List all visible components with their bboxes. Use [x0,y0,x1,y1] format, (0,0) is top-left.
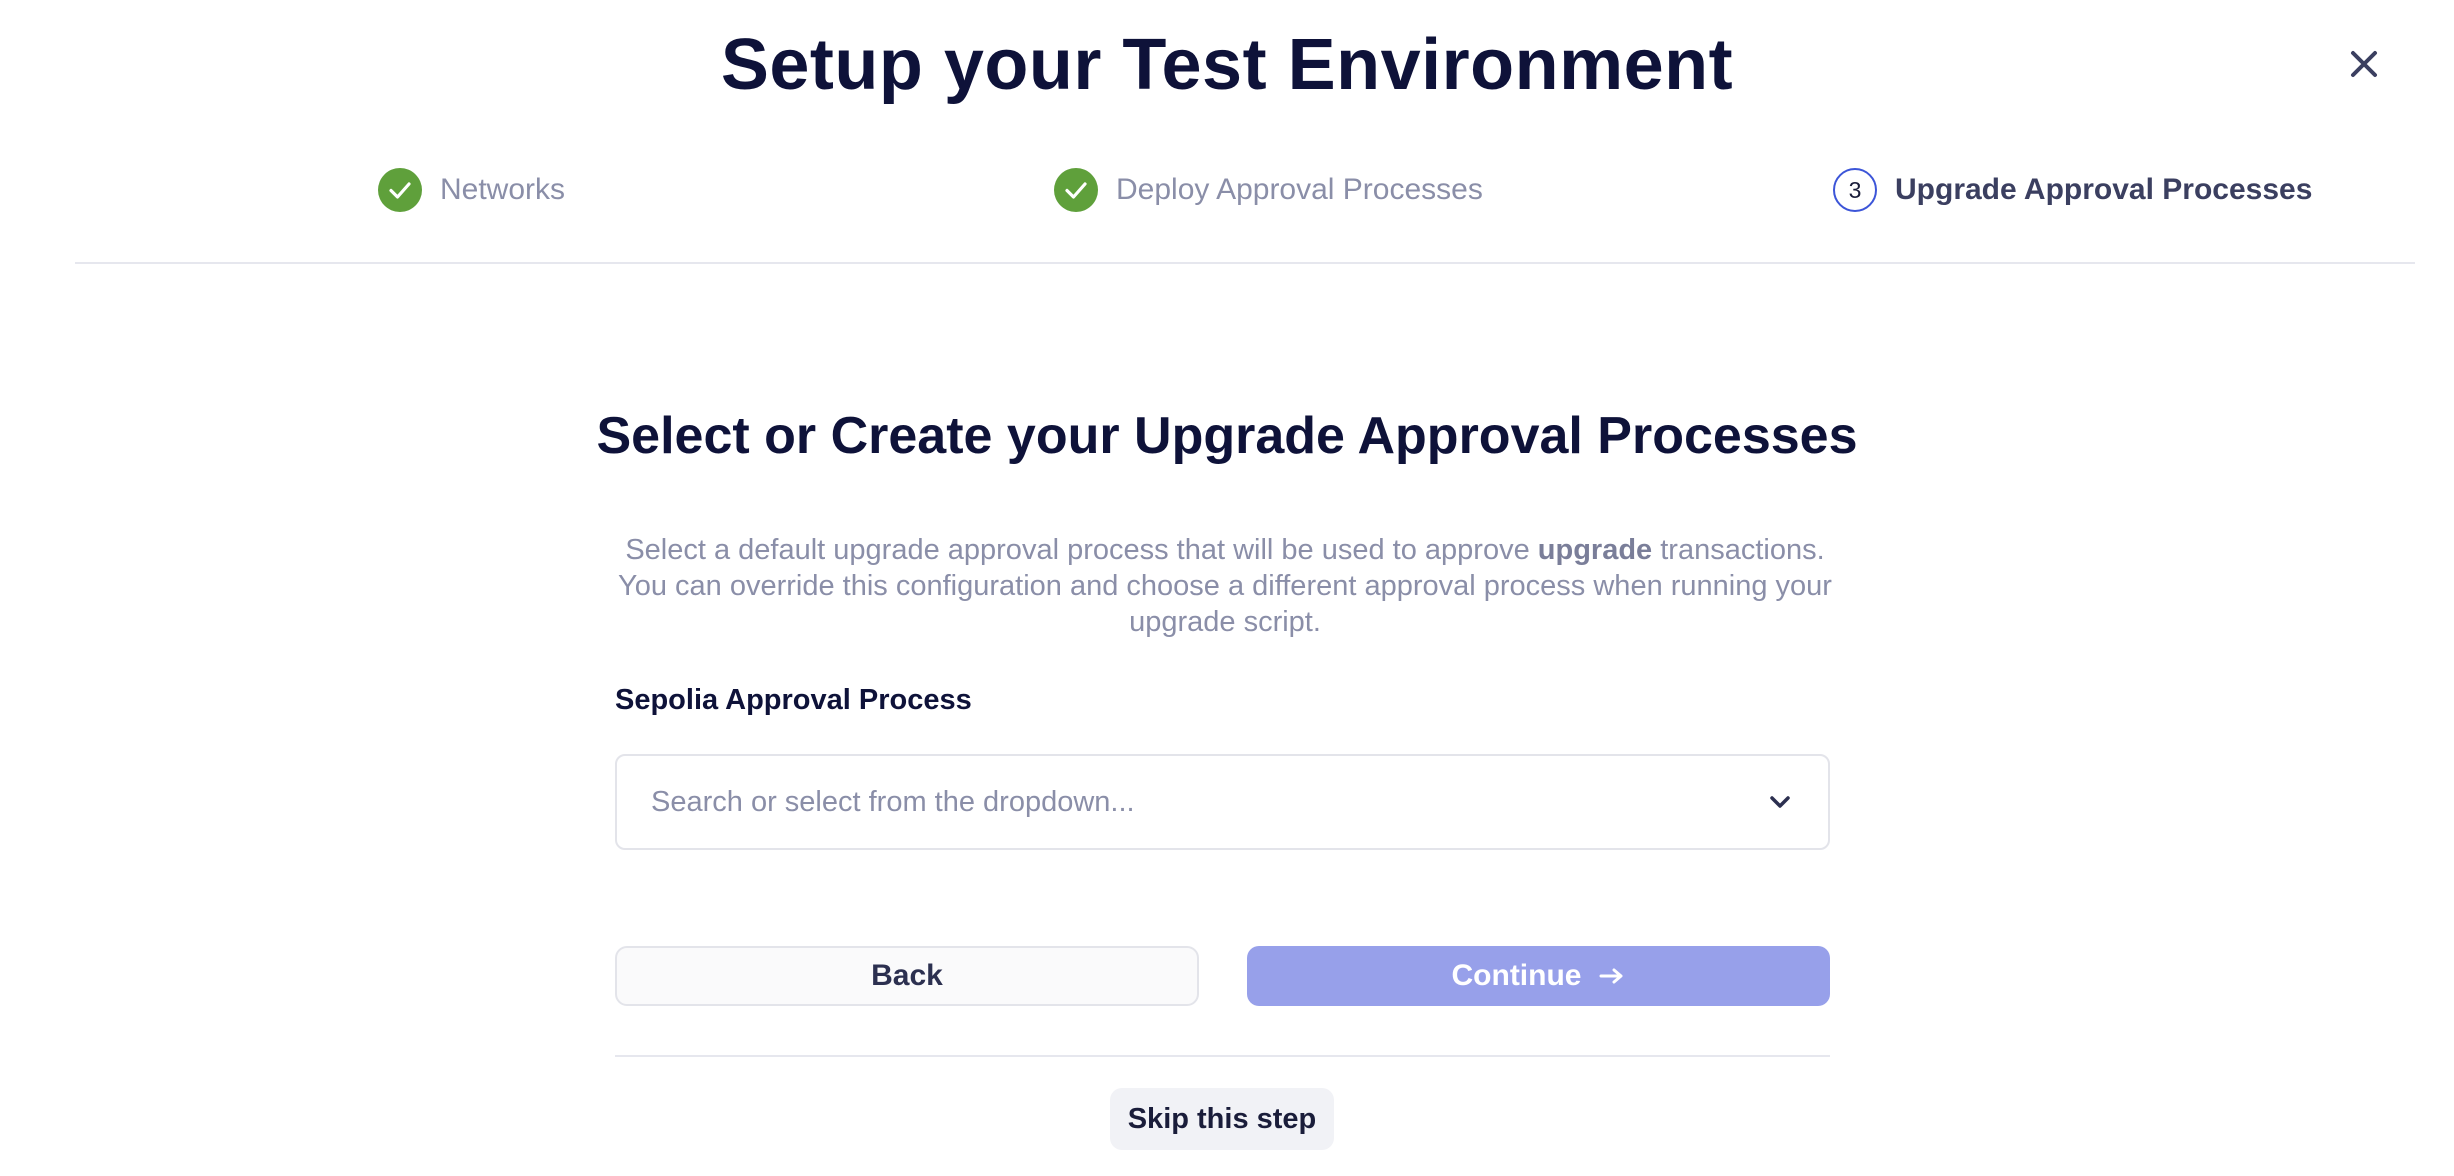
step-upgrade-approval-processes[interactable]: 3 Upgrade Approval Processes [1833,160,2312,220]
page-title: Setup your Test Environment [720,25,1734,105]
approval-process-search-input[interactable] [649,784,1764,820]
back-button[interactable]: Back [615,946,1199,1006]
close-button[interactable] [2340,40,2388,88]
step-label: Deploy Approval Processes [1116,173,1483,206]
skip-step-button[interactable]: Skip this step [1110,1088,1334,1150]
header-divider [75,262,2415,264]
step-networks[interactable]: Networks [378,160,565,220]
description: Select a default upgrade approval proces… [612,532,1838,640]
field-label: Sepolia Approval Process [615,684,972,716]
description-emphasis: upgrade [1537,534,1653,566]
approval-process-select[interactable] [615,754,1830,850]
step-label: Upgrade Approval Processes [1895,173,2313,206]
step-label: Networks [440,173,566,206]
stepper: Networks Deploy Approval Processes 3 Upg… [0,160,2454,220]
check-icon [1054,168,1098,212]
step-deploy-approval-processes[interactable]: Deploy Approval Processes [1054,160,1483,220]
check-icon [378,168,422,212]
footer-divider [615,1055,1830,1057]
arrow-right-icon [1599,968,1625,984]
close-icon [2351,51,2377,77]
continue-label: Continue [1451,959,1582,992]
continue-button[interactable]: Continue [1247,946,1830,1006]
description-text: Select a default upgrade approval proces… [625,534,1538,566]
step-number-badge: 3 [1833,168,1877,212]
section-title: Select or Create your Upgrade Approval P… [596,407,1858,465]
chevron-down-icon[interactable] [1764,786,1796,818]
